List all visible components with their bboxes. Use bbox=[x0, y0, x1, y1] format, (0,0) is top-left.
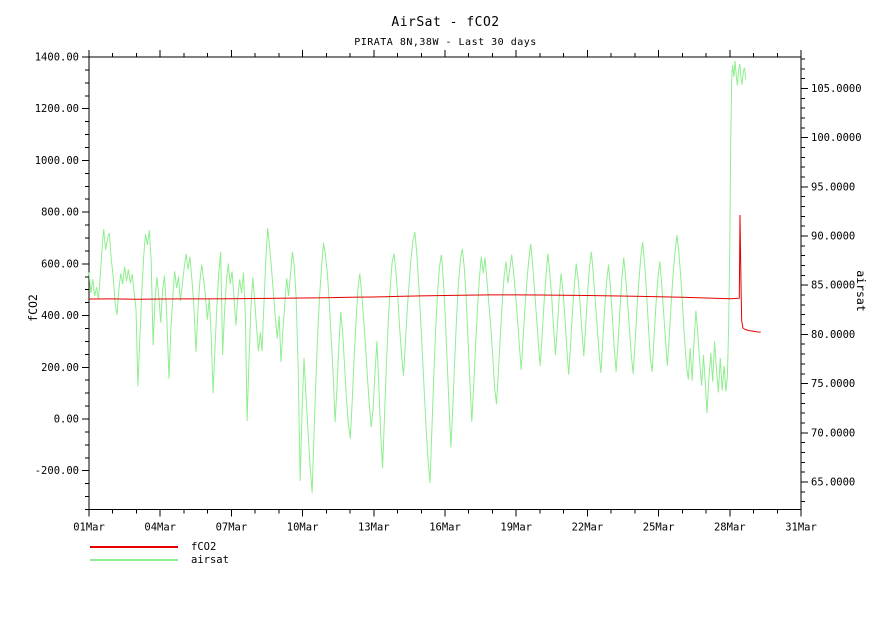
y-right-tick-label: 105.0000 bbox=[811, 83, 862, 95]
x-tick-label: 04Mar bbox=[144, 522, 176, 534]
y-left-tick-label: 1200.00 bbox=[35, 103, 79, 115]
legend-label-fco2: fCO2 bbox=[191, 542, 216, 552]
y-left-tick-label: 800.00 bbox=[41, 207, 79, 219]
series-airsat bbox=[89, 61, 746, 493]
x-tick-label: 16Mar bbox=[429, 522, 461, 534]
legend-item-airsat: airsat bbox=[90, 555, 229, 565]
y-left-tick-label: 600.00 bbox=[41, 258, 79, 270]
x-tick-label: 25Mar bbox=[643, 522, 675, 534]
y-axis-label-left: fCO2 bbox=[26, 294, 40, 322]
x-tick-label: 19Mar bbox=[500, 522, 532, 534]
series-fCO2 bbox=[89, 215, 761, 332]
y-left-tick-label: 400.00 bbox=[41, 310, 79, 322]
x-tick-label: 07Mar bbox=[216, 522, 248, 534]
y-right-tick-label: 100.0000 bbox=[811, 132, 862, 144]
y-right-tick-label: 65.0000 bbox=[811, 476, 855, 488]
x-tick-label: 13Mar bbox=[358, 522, 390, 534]
y-left-tick-label: 1000.00 bbox=[35, 155, 79, 167]
y-left-tick-label: 0.00 bbox=[54, 414, 79, 426]
y-axis-label-right: airsat bbox=[854, 270, 868, 312]
chart-figure: AirSat - fCO2 PIRATA 8N,38W - Last 30 da… bbox=[0, 0, 891, 630]
y-right-tick-label: 85.0000 bbox=[811, 280, 855, 292]
y-left-tick-label: 200.00 bbox=[41, 362, 79, 374]
x-tick-label: 01Mar bbox=[73, 522, 105, 534]
y-right-tick-label: 80.0000 bbox=[811, 329, 855, 341]
legend-item-fco2: fCO2 bbox=[90, 542, 216, 552]
x-tick-label: 22Mar bbox=[572, 522, 604, 534]
y-right-tick-label: 95.0000 bbox=[811, 181, 855, 193]
y-right-tick-label: 90.0000 bbox=[811, 231, 855, 243]
plot-border bbox=[89, 57, 801, 510]
y-right-tick-label: 75.0000 bbox=[811, 378, 855, 390]
legend-label-airsat: airsat bbox=[191, 555, 229, 565]
y-left-tick-label: -200.00 bbox=[35, 465, 79, 477]
x-tick-label: 10Mar bbox=[287, 522, 319, 534]
x-tick-label: 31Mar bbox=[785, 522, 817, 534]
y-left-tick-label: 1400.00 bbox=[35, 52, 79, 64]
legend-line-fco2 bbox=[90, 546, 178, 548]
chart-canvas: 01Mar 04Mar 07Mar 10Mar 13Mar 16Mar 19Mar 22Mar… bbox=[0, 0, 891, 630]
legend-line-airsat bbox=[90, 559, 178, 561]
y-right-tick-label: 70.0000 bbox=[811, 427, 855, 439]
x-tick-label: 28Mar bbox=[714, 522, 746, 534]
